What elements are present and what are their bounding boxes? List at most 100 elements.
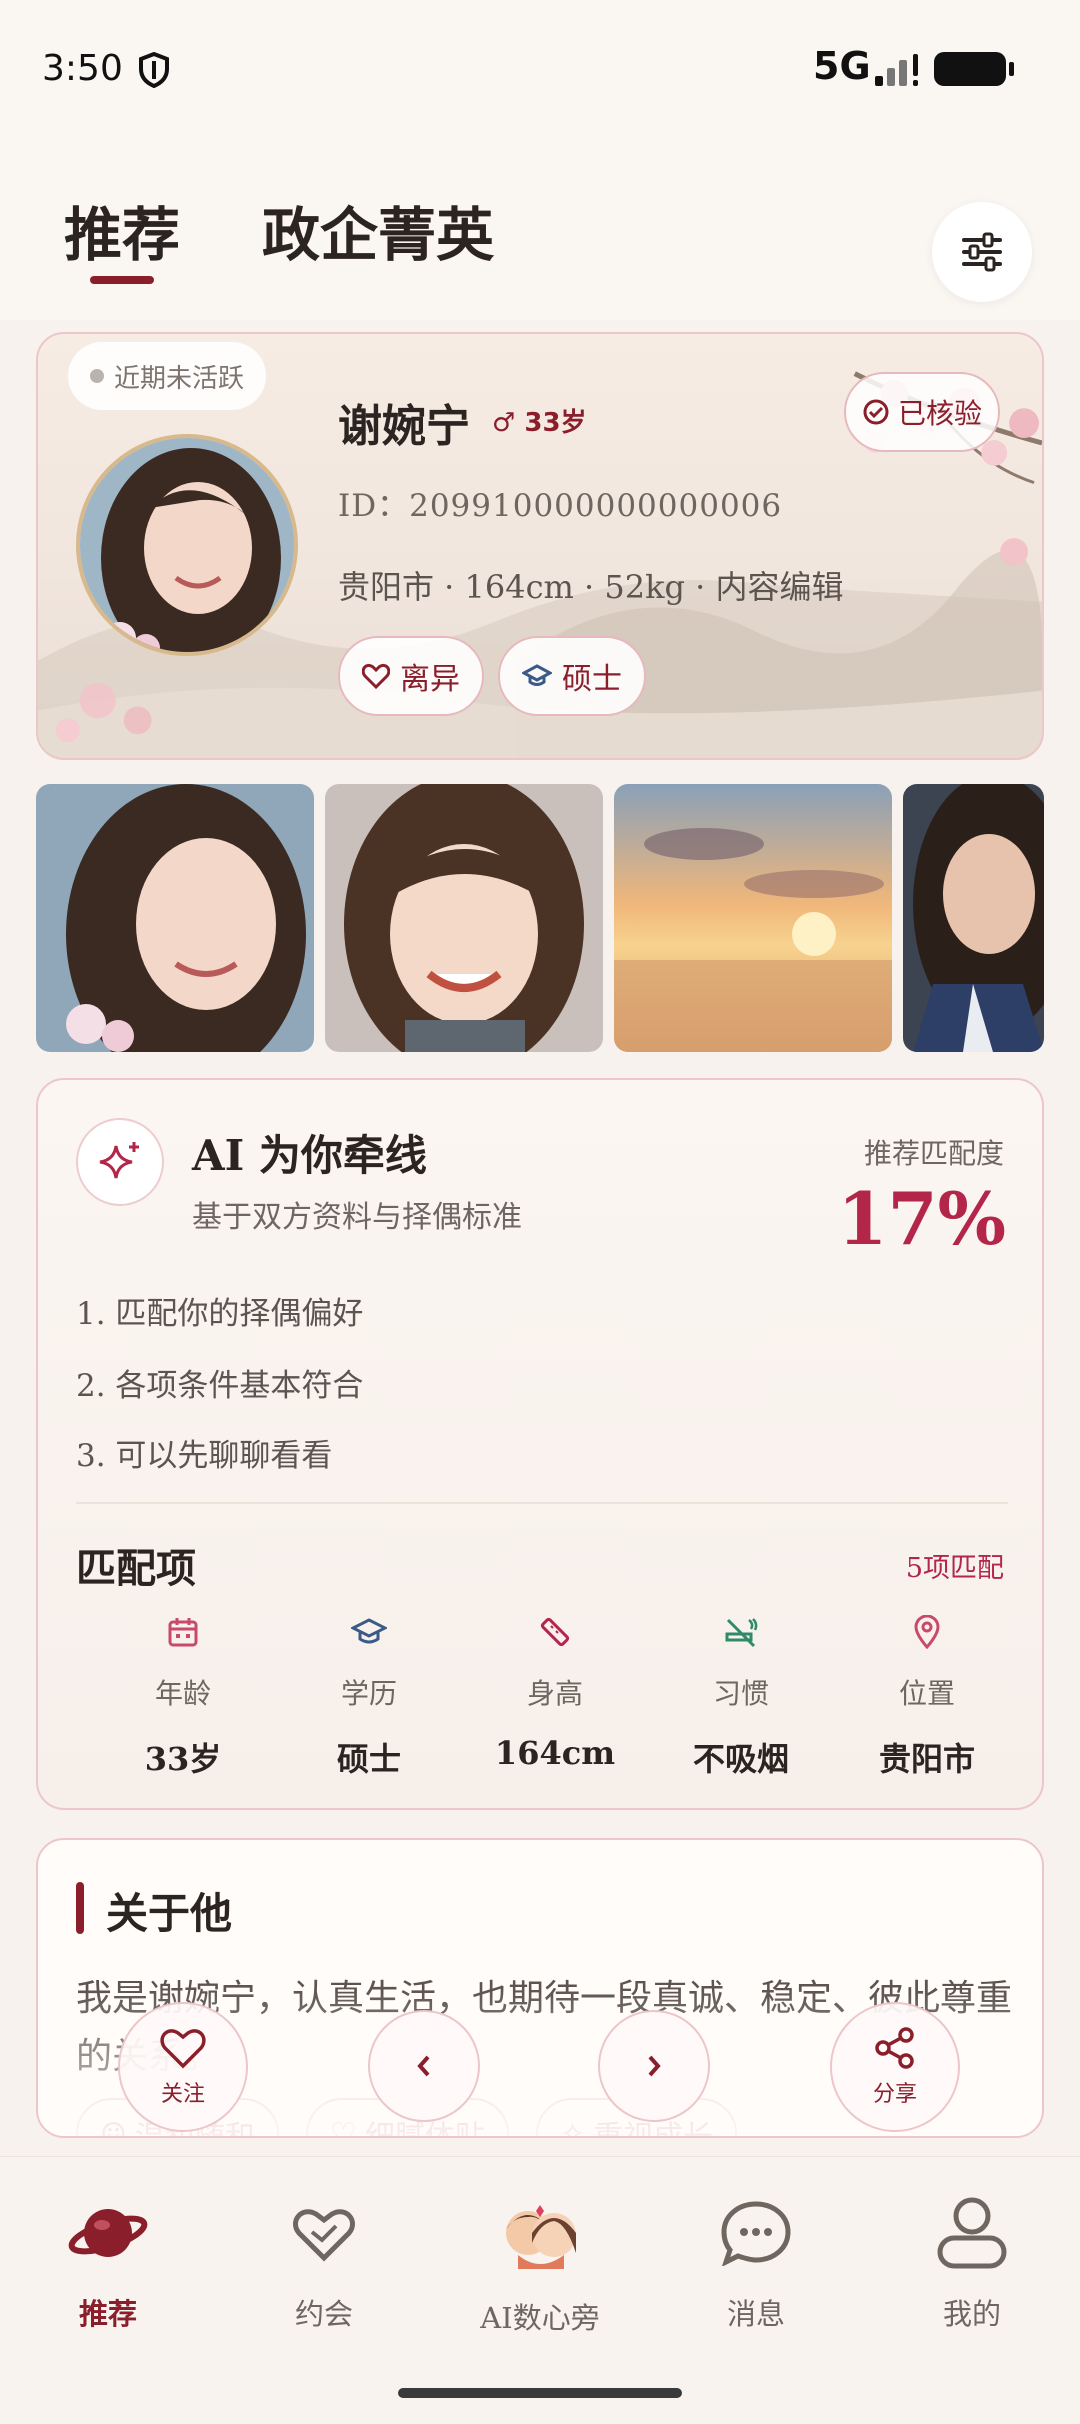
verified-badge: 已核验 (844, 372, 1000, 452)
match-item-location: 位置 贵阳市 (834, 1610, 1020, 1780)
sparkle-icon-badge (76, 1118, 164, 1206)
match-item-height: 身高 164cm (462, 1610, 648, 1772)
profile-card[interactable]: 近期未活跃 谢婉宁 ♂ 33岁 已核验 ID：20991000000000000… (36, 332, 1044, 760)
photo-portrait-3 (903, 784, 1044, 1052)
status-bar: 3:50 5G (0, 0, 1080, 140)
no-smoking-icon (725, 1618, 758, 1648)
heart-handshake-icon (293, 2209, 355, 2262)
tag-education: 硕士 (498, 636, 646, 716)
about-title: 关于他 (106, 1889, 233, 1938)
share-icon (875, 2027, 914, 2069)
check-circle-icon (863, 399, 889, 425)
activity-status-badge: 近期未活跃 (68, 342, 267, 410)
match-item-value: 硕士 (336, 1740, 401, 1778)
next-button[interactable] (598, 2010, 710, 2122)
graduation-cap-icon (351, 1618, 387, 1644)
top-tab-bar: 推荐 政企菁英 (0, 140, 1080, 320)
photo-portrait-2 (325, 784, 603, 1052)
battery-icon (934, 52, 1014, 86)
share-button[interactable]: 分享 (830, 2002, 960, 2132)
photo-thumbnail[interactable] (36, 784, 314, 1052)
match-items-title: 匹配项 (76, 1545, 196, 1592)
gender-age: ♂ 33岁 (492, 408, 587, 438)
match-score-label: 推荐匹配度 (863, 1137, 1004, 1170)
follow-label: 关注 (160, 2082, 205, 2107)
avatar[interactable] (76, 434, 298, 656)
status-time: 3:50 (42, 48, 123, 89)
home-indicator[interactable] (398, 2388, 682, 2398)
nav-item-ai[interactable]: AI数心旁 (440, 2193, 640, 2337)
sliders-icon (962, 232, 1002, 272)
heart-icon (362, 663, 390, 689)
verified-label: 已核验 (897, 397, 982, 430)
tag-marital-status: 离异 (338, 636, 484, 716)
match-item-value: 33岁 (144, 1740, 222, 1778)
tab-elite[interactable]: 政企菁英 (262, 188, 494, 272)
match-item-value: 164cm (494, 1734, 616, 1772)
nav-item-messages[interactable]: 消息 (656, 2193, 856, 2333)
photo-thumbnail[interactable] (614, 784, 892, 1052)
match-item-label: 年龄 (154, 1677, 211, 1710)
nav-item-recommend[interactable]: 推荐 (8, 2193, 208, 2333)
signal-icon (875, 54, 918, 86)
photo-thumbnail[interactable] (325, 784, 603, 1052)
share-label: 分享 (872, 2082, 917, 2107)
previous-button[interactable] (368, 2010, 480, 2122)
match-item-label: 身高 (526, 1677, 583, 1710)
match-reason: 1. 匹配你的择偶偏好 (76, 1296, 364, 1332)
tag-label: 离异 (400, 662, 460, 697)
shield-icon (139, 52, 169, 88)
match-items-count: 5项匹配 (905, 1553, 1004, 1584)
profile-id: ID：209910000000000006 (338, 488, 783, 524)
couple-avatar-icon (506, 2205, 576, 2269)
calendar-icon (168, 1618, 198, 1647)
divider (76, 1502, 1008, 1504)
follow-button[interactable]: 关注 (118, 2002, 248, 2132)
graduation-cap-icon (522, 664, 552, 686)
match-item-label: 学历 (340, 1677, 397, 1710)
activity-status-label: 近期未活跃 (114, 363, 245, 394)
match-item-education: 学历 硕士 (276, 1610, 462, 1780)
match-item-label: 位置 (898, 1677, 955, 1710)
section-accent-bar (76, 1882, 84, 1934)
nav-label: 我的 (942, 2297, 1001, 2331)
network-type: 5G (813, 44, 871, 88)
nav-item-profile[interactable]: 我的 (872, 2193, 1072, 2333)
ruler-icon (540, 1617, 570, 1647)
photo-sunset (614, 784, 892, 1052)
nav-item-dating[interactable]: 约会 (224, 2193, 424, 2333)
tab-recommend[interactable]: 推荐 (64, 188, 180, 272)
profile-name: 谢婉宁 (338, 401, 470, 452)
ai-match-card: AI 为你牵线 基于双方资料与择偶标准 推荐匹配度 17% 1. 匹配你的择偶偏… (36, 1078, 1044, 1810)
profile-info-line: 贵阳市 · 164cm · 52kg · 内容编辑 (338, 568, 844, 606)
location-pin-icon (914, 1615, 940, 1649)
chevron-left-icon (417, 2055, 430, 2077)
tag-label: 硕士 (562, 662, 622, 697)
user-icon (937, 2197, 1007, 2269)
match-item-age: 年龄 33岁 (90, 1610, 276, 1780)
match-reason: 2. 各项条件基本符合 (76, 1368, 364, 1404)
status-dot (90, 369, 104, 383)
match-item-value: 不吸烟 (692, 1740, 789, 1778)
avatar-photo (80, 438, 294, 652)
nav-label: 约会 (294, 2297, 353, 2331)
photo-thumbnail[interactable] (903, 784, 1044, 1052)
match-item-value: 贵阳市 (878, 1740, 975, 1778)
match-score-value: 17% (837, 1176, 1006, 1261)
ai-match-subtitle: 基于双方资料与择偶标准 (192, 1200, 522, 1235)
photo-portrait-1 (36, 784, 314, 1052)
heart-icon (160, 2029, 206, 2069)
nav-label: 消息 (726, 2297, 785, 2331)
active-tab-indicator (90, 276, 154, 284)
chevron-right-icon (648, 2055, 661, 2077)
bottom-navigation: 推荐 约会 AI数心旁 消息 我的 (0, 2156, 1080, 2424)
match-reason: 3. 可以先聊聊看看 (76, 1438, 333, 1474)
match-item-habit: 习惯 不吸烟 (648, 1610, 834, 1780)
nav-label: 推荐 (78, 2297, 137, 2331)
sparkle-icon (99, 1142, 139, 1179)
filter-button[interactable] (932, 202, 1032, 302)
match-item-label: 习惯 (712, 1677, 769, 1710)
ai-match-title: AI 为你牵线 (192, 1131, 427, 1180)
planet-icon (68, 2209, 148, 2257)
chat-bubble-icon (721, 2201, 791, 2266)
